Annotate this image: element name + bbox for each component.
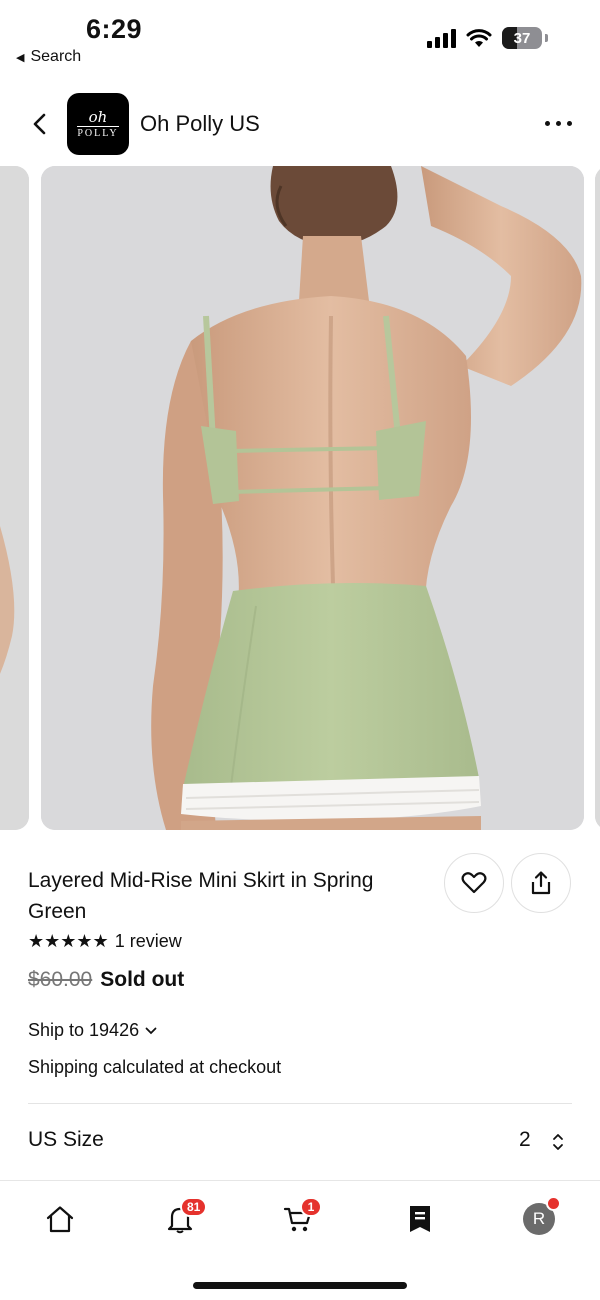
- product-image-carousel[interactable]: [0, 166, 600, 830]
- product-price: $60.00: [28, 968, 93, 991]
- avatar-initial: R: [532, 1209, 546, 1228]
- previous-product-image[interactable]: [0, 166, 29, 830]
- battery-icon: 37: [502, 27, 542, 49]
- logo-line1: oh: [88, 107, 108, 126]
- back-app-label: Search: [30, 48, 82, 65]
- ship-to-selector[interactable]: Ship to 19426: [28, 1020, 157, 1041]
- shop-header: oh POLLY Oh Polly US: [0, 88, 600, 160]
- size-label: US Size: [28, 1128, 104, 1151]
- cellular-signal-icon: [427, 28, 456, 48]
- chevron-up-down-icon[interactable]: [551, 1132, 565, 1152]
- status-bar: 6:29 ◀ Search 37: [0, 0, 600, 72]
- home-indicator: [193, 1282, 407, 1289]
- tab-orders[interactable]: [400, 1199, 440, 1239]
- status-time: 6:29: [86, 14, 143, 44]
- back-triangle-icon: ◀: [16, 51, 25, 64]
- avatar: R: [523, 1196, 561, 1235]
- share-icon: [531, 871, 551, 895]
- main-product-image[interactable]: [41, 166, 584, 830]
- divider: [28, 1103, 572, 1104]
- back-to-app-button[interactable]: ◀ Search: [16, 48, 81, 66]
- chevron-left-icon[interactable]: [26, 108, 54, 140]
- price-row: $60.00 Sold out: [28, 968, 184, 992]
- share-button[interactable]: [511, 853, 571, 913]
- more-horizontal-icon[interactable]: [545, 121, 572, 126]
- chevron-down-icon: [145, 1027, 157, 1034]
- tab-cart[interactable]: 1: [278, 1197, 322, 1239]
- next-product-image[interactable]: [595, 166, 600, 830]
- shop-name[interactable]: Oh Polly US: [140, 111, 260, 137]
- star-rating-icon: ★★★★★: [28, 931, 109, 951]
- size-value[interactable]: 2: [519, 1128, 531, 1152]
- heart-icon: [461, 872, 487, 894]
- favorite-button[interactable]: [444, 853, 504, 913]
- shipping-note: Shipping calculated at checkout: [28, 1057, 282, 1077]
- product-title: Layered Mid-Rise Mini Skirt in Spring Gr…: [28, 869, 374, 923]
- availability-status: Sold out: [100, 968, 185, 991]
- system-icons: 37: [427, 27, 548, 49]
- cart-badge: 1: [300, 1197, 322, 1217]
- tab-notifications[interactable]: 81: [160, 1197, 208, 1239]
- tab-profile[interactable]: R: [519, 1196, 561, 1239]
- tab-home[interactable]: [40, 1199, 80, 1239]
- shop-logo[interactable]: oh POLLY: [67, 93, 129, 155]
- home-icon: [46, 1206, 74, 1233]
- receipt-icon: [410, 1206, 430, 1232]
- notifications-badge: 81: [180, 1197, 208, 1217]
- product-rating[interactable]: ★★★★★ 1 review: [28, 931, 182, 952]
- profile-notification-dot: [546, 1196, 561, 1211]
- battery-level: 37: [513, 29, 531, 47]
- review-count[interactable]: 1 review: [115, 931, 182, 952]
- logo-line2: POLLY: [77, 125, 119, 139]
- wifi-icon: [466, 29, 492, 47]
- ship-to-label: Ship to 19426: [28, 1020, 140, 1040]
